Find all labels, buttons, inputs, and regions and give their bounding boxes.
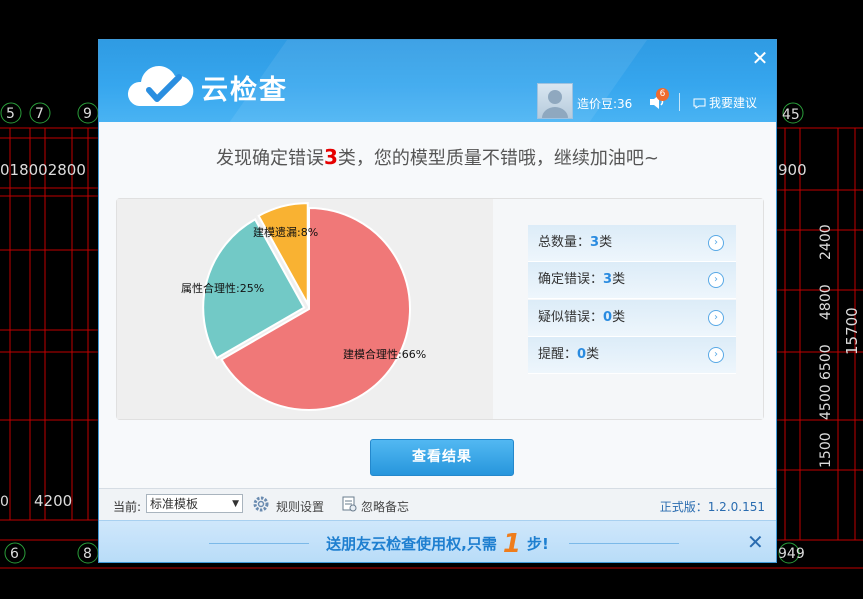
summary-suffix: 类，您的模型质量不错哦，继续加油吧~ [337, 148, 659, 169]
template-select[interactable]: 标准模板 ▼ [146, 494, 243, 513]
title-bar[interactable]: 云检查 造价豆:36 6 我要建议 ✕ [99, 40, 776, 160]
summary-headline: 发现确定错误3类，您的模型质量不错哦，继续加油吧~ [99, 144, 776, 170]
chevron-down-icon: ▼ [232, 499, 239, 509]
share-banner[interactable]: 送朋友云检查使用权,只需 1 步! ✕ [99, 520, 776, 562]
cad-text: 6 [10, 546, 19, 562]
cad-text: 4800 [818, 284, 834, 320]
stat-label: 确定错误： [538, 272, 604, 287]
toolbar-divider [679, 93, 680, 111]
stat-row-suspected-errors[interactable]: 疑似错误：0类 › [528, 300, 736, 337]
cad-text: 9 [83, 106, 92, 122]
ignore-memo-link[interactable]: 忽略备忘 [361, 498, 409, 515]
arrow-right-icon[interactable]: › [708, 310, 724, 326]
cad-text: 0 [0, 494, 9, 510]
arrow-right-icon[interactable]: › [708, 347, 724, 363]
pie-chart-area: 建模合理性:66% 属性合理性:25% 建模遗漏:8% [117, 199, 493, 419]
suggest-link[interactable]: 我要建议 [693, 94, 757, 111]
app-title: 云检查 [201, 75, 288, 106]
stat-label: 提醒： [538, 347, 578, 362]
user-silhouette-icon [542, 90, 568, 118]
arrow-right-icon[interactable]: › [708, 272, 724, 288]
cad-text: 2400 [818, 224, 834, 260]
stat-unit: 类 [612, 310, 626, 325]
stat-value: 3 [603, 272, 613, 287]
cad-text: 15700 [843, 307, 861, 355]
view-results-button[interactable]: 查看结果 [370, 439, 514, 476]
cad-text: 949 [778, 546, 805, 562]
pie-slice-label: 建模遗漏:8% [253, 225, 318, 239]
avatar[interactable] [537, 83, 573, 119]
stat-unit: 类 [586, 347, 600, 362]
share-banner-text[interactable]: 送朋友云检查使用权,只需 1 步! [99, 529, 776, 559]
version-label: 正式版：1.2.0.151 [659, 500, 765, 514]
footer-bar: 当前: 标准模板 ▼ 规则设置 忽略备忘 正式版：1.2.0.151 [99, 488, 776, 520]
pie-chart: 建模合理性:66% 属性合理性:25% 建模遗漏:8% [181, 202, 426, 411]
banner-steps: 1 [502, 529, 521, 559]
cloud-check-logo-icon [127, 66, 194, 106]
cad-text: 018002800 [0, 161, 86, 179]
stat-value: 0 [603, 310, 613, 325]
message-icon [693, 98, 706, 109]
stat-unit: 类 [599, 235, 613, 250]
stat-row-confirmed-errors[interactable]: 确定错误：3类 › [528, 262, 736, 299]
notification-badge: 6 [656, 88, 669, 101]
stats-list: 总数量：3类 › 确定错误：3类 › 疑似错误：0类 › 提醒：0类 › [493, 199, 763, 419]
current-template-label: 当前: [113, 500, 142, 514]
stat-unit: 类 [612, 272, 626, 287]
close-button[interactable]: ✕ [750, 48, 770, 68]
banner-close-button[interactable]: ✕ [747, 530, 764, 554]
template-select-value: 标准模板 [150, 497, 199, 511]
cad-text: 45 [782, 107, 800, 123]
stat-row-total[interactable]: 总数量：3类 › [528, 225, 736, 262]
gear-icon[interactable] [252, 495, 270, 513]
stat-label: 总数量： [538, 235, 591, 250]
cad-text: 8 [83, 546, 92, 562]
pie-slice-label: 建模合理性:66% [343, 347, 426, 361]
cad-text: 5 [6, 106, 15, 122]
suggest-label: 我要建议 [709, 96, 758, 110]
pie-slice-label: 属性合理性:25% [181, 281, 264, 295]
user-coins-label: 造价豆:36 [577, 97, 633, 111]
stat-row-reminders[interactable]: 提醒：0类 › [528, 337, 736, 374]
stat-value: 0 [577, 347, 587, 362]
cad-text: 900 [778, 161, 807, 179]
summary-prefix: 发现确定错误 [215, 148, 324, 169]
banner-text-before: 送朋友云检查使用权,只需 [326, 535, 497, 553]
result-panel: 建模合理性:66% 属性合理性:25% 建模遗漏:8% 总数量：3类 › 确定错误：… [116, 198, 764, 420]
rules-settings-link[interactable]: 规则设置 [276, 498, 324, 515]
banner-text-after: 步! [526, 535, 549, 553]
stat-value: 3 [590, 235, 600, 250]
cad-text: 6500 [818, 344, 834, 380]
cad-text: 7 [35, 106, 44, 122]
cad-text: 4200 [34, 492, 72, 510]
cad-text: 1500 [818, 432, 834, 468]
error-count: 3 [323, 145, 338, 169]
cad-text: 4500 [818, 384, 834, 420]
stat-label: 疑似错误： [538, 310, 604, 325]
cloud-check-dialog: 云检查 造价豆:36 6 我要建议 ✕ 发现确定错误3类，您的模型质量不错哦，继… [98, 39, 777, 563]
memo-icon[interactable] [341, 495, 357, 512]
arrow-right-icon[interactable]: › [708, 235, 724, 251]
